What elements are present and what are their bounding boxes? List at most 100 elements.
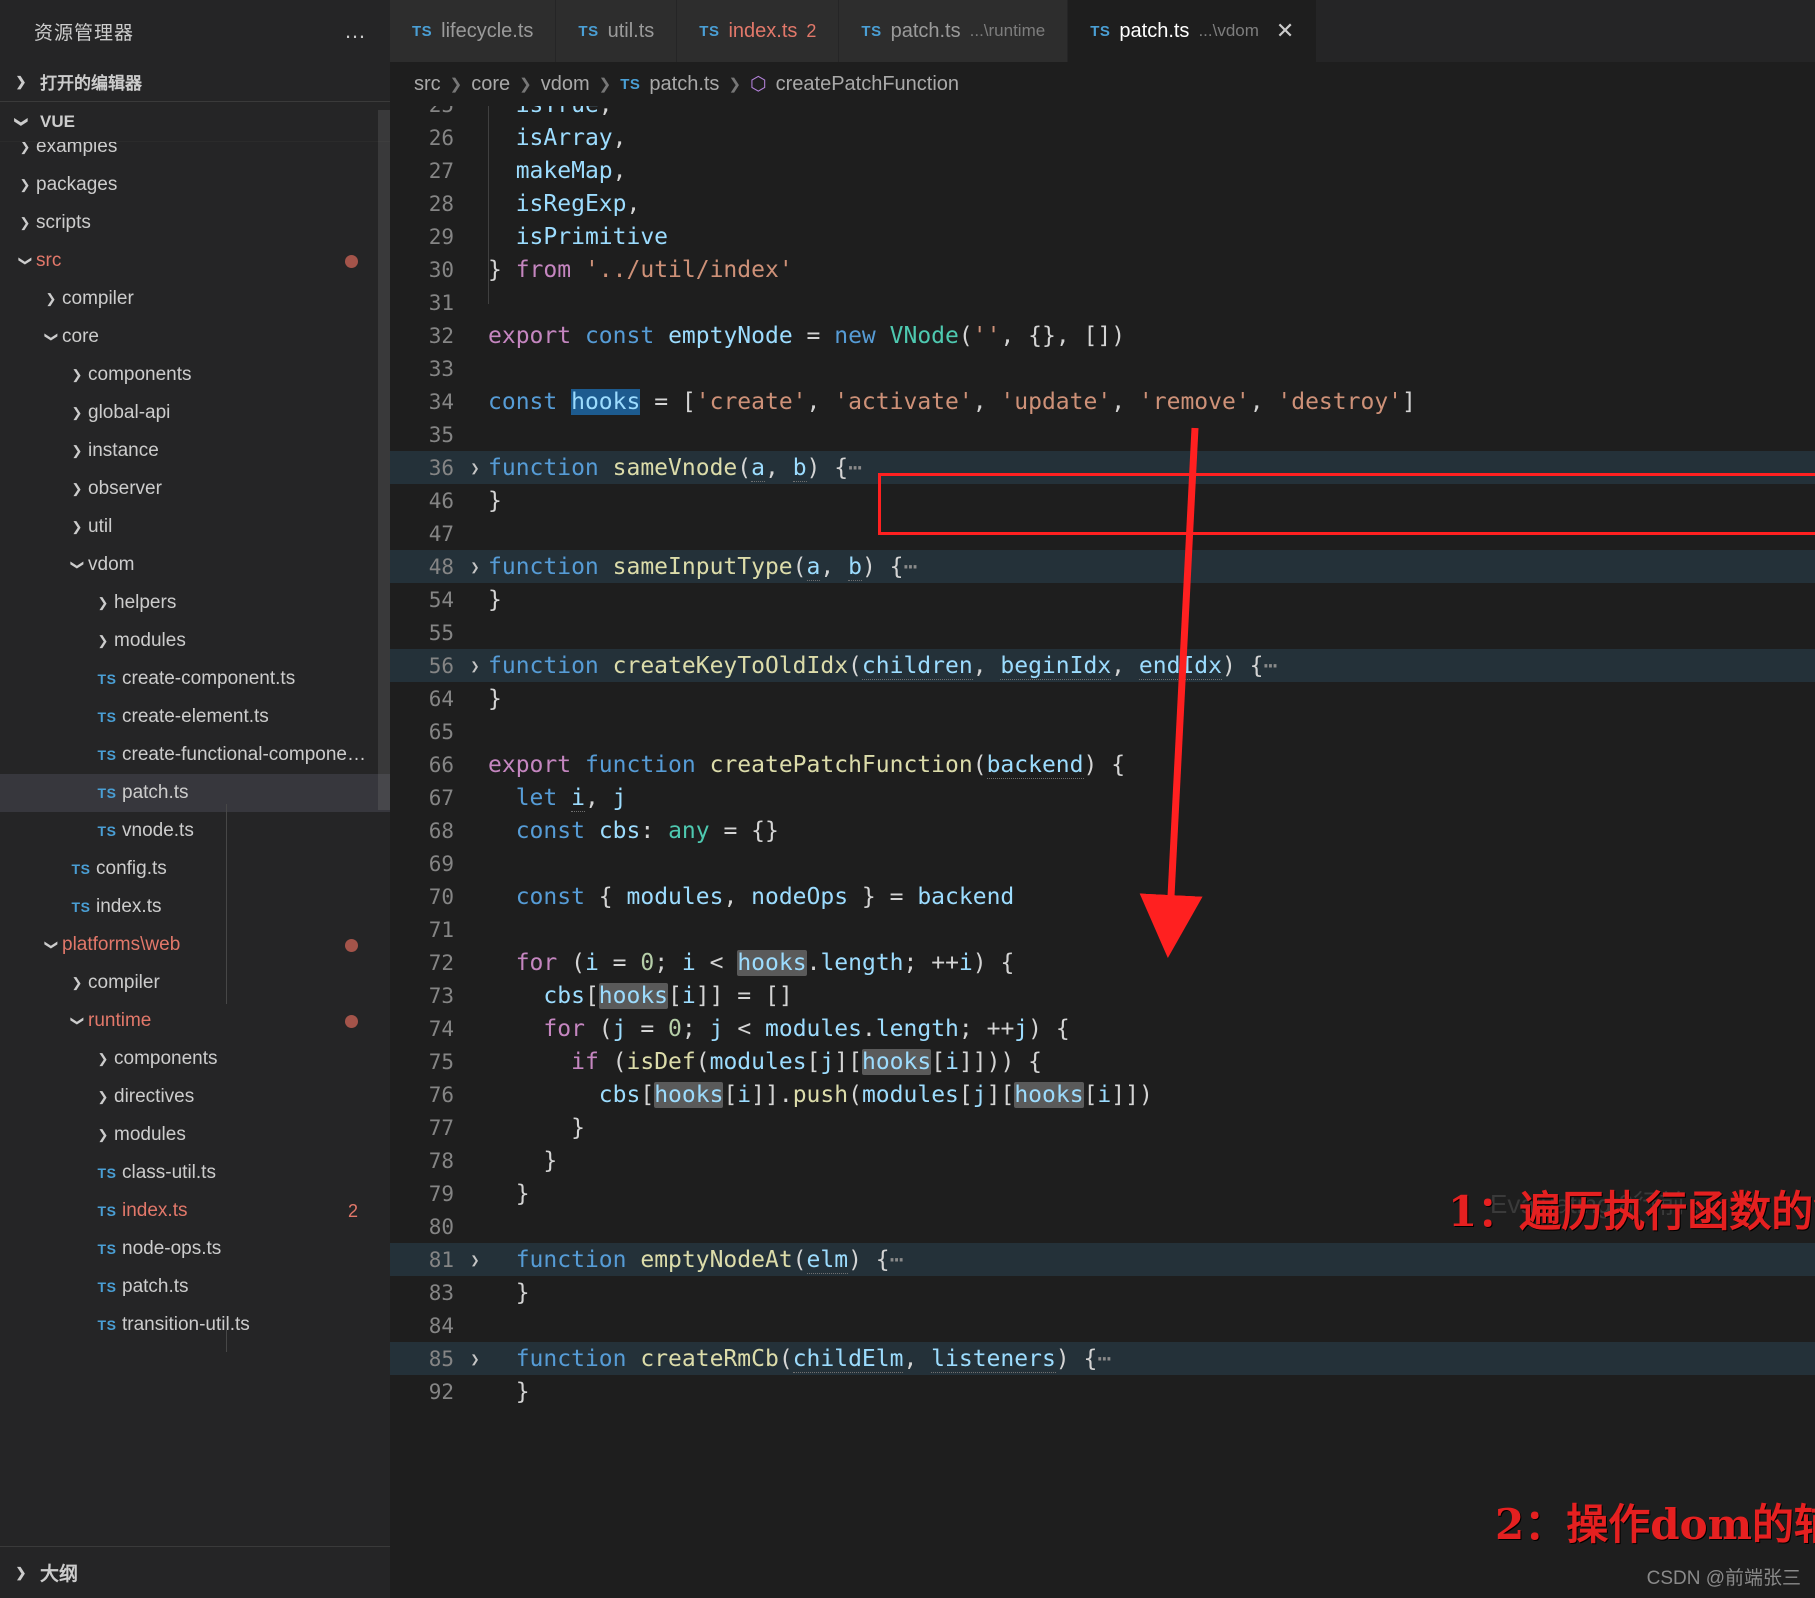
code-line[interactable]: 77 } <box>390 1111 1815 1144</box>
code-line[interactable]: 27 makeMap, <box>390 154 1815 187</box>
tree-file-row[interactable]: TS index.ts <box>0 888 390 926</box>
tree-file-row[interactable]: TS node-ops.ts <box>0 1230 390 1268</box>
tree-file-row[interactable]: TS create-functional-compone… <box>0 736 390 774</box>
tree-folder-row[interactable]: src <box>0 242 390 280</box>
code-line[interactable]: 84 <box>390 1309 1815 1342</box>
code-line[interactable]: 26 isArray, <box>390 121 1815 154</box>
tree-folder-row[interactable]: packages <box>0 166 390 204</box>
tree-folder-row[interactable]: directives <box>0 1078 390 1116</box>
line-number: 32 <box>428 323 454 348</box>
tree-folder-row[interactable]: platforms\web <box>0 926 390 964</box>
editor-tab[interactable]: TS patch.ts ...\runtime <box>839 0 1069 62</box>
fold-chevron-icon[interactable] <box>462 558 488 576</box>
editor-tab[interactable]: TS index.ts 2 <box>677 0 840 62</box>
tree-file-row[interactable]: TS config.ts <box>0 850 390 888</box>
sidebar-scrollbar[interactable] <box>378 110 390 810</box>
tree-folder-row[interactable]: examples <box>0 142 390 166</box>
code-line[interactable]: 75 if (isDef(modules[j][hooks[i]])) { <box>390 1045 1815 1078</box>
fold-chevron-icon[interactable] <box>462 1350 488 1368</box>
close-icon[interactable]: ✕ <box>1276 20 1294 42</box>
code-line[interactable]: 92 } <box>390 1375 1815 1408</box>
tree-folder-row[interactable]: global-api <box>0 394 390 432</box>
code-line[interactable]: 54} <box>390 583 1815 616</box>
code-line[interactable]: 81 function emptyNodeAt(elm) {⋯ <box>390 1243 1815 1276</box>
tree-folder-row[interactable]: compiler <box>0 280 390 318</box>
code-line[interactable]: 55 <box>390 616 1815 649</box>
code-token: } <box>488 685 502 712</box>
editor-tab[interactable]: TS lifecycle.ts <box>390 0 557 62</box>
code-line[interactable]: 56 function createKeyToOldIdx(children, b… <box>390 649 1815 682</box>
tree-file-row[interactable]: TS patch.ts <box>0 774 390 812</box>
code-line[interactable]: 73 cbs[hooks[i]] = [] <box>390 979 1815 1012</box>
tree-folder-row[interactable]: util <box>0 508 390 546</box>
code-line[interactable]: 34 const hooks = ['create', 'activate', '… <box>390 385 1815 418</box>
code-line[interactable]: 76 cbs[hooks[i]].push(modules[j][hooks[i… <box>390 1078 1815 1111</box>
code-line[interactable]: 25 isTrue, <box>390 106 1815 121</box>
breadcrumb-symbol[interactable]: createPatchFunction <box>776 73 959 96</box>
code-line[interactable]: 47 <box>390 517 1815 550</box>
tree-folder-row[interactable]: instance <box>0 432 390 470</box>
code-line[interactable]: 83 } <box>390 1276 1815 1309</box>
tree-folder-row[interactable]: runtime <box>0 1002 390 1040</box>
code-line[interactable]: 64} <box>390 682 1815 715</box>
breadcrumb-part[interactable]: src <box>414 73 441 96</box>
code-line[interactable]: 33 <box>390 352 1815 385</box>
code-line[interactable]: 68 const cbs: any = {} <box>390 814 1815 847</box>
code-line[interactable]: 31 <box>390 286 1815 319</box>
tree-file-row[interactable]: TS transition-util.ts <box>0 1306 390 1344</box>
tree-folder-row[interactable]: components <box>0 356 390 394</box>
code-line[interactable]: 72 for (i = 0; i < hooks.length; ++i) { <box>390 946 1815 979</box>
tree-folder-row[interactable]: components <box>0 1040 390 1078</box>
code-line[interactable]: 29 isPrimitive <box>390 220 1815 253</box>
tree-file-row[interactable]: TS class-util.ts <box>0 1154 390 1192</box>
tree-folder-row[interactable]: helpers <box>0 584 390 622</box>
tree-file-row[interactable]: TS create-element.ts <box>0 698 390 736</box>
fold-chevron-icon[interactable] <box>462 1251 488 1269</box>
tree-file-row[interactable]: TS patch.ts <box>0 1268 390 1306</box>
line-number: 85 <box>428 1346 454 1371</box>
breadcrumb-part[interactable]: vdom <box>541 73 590 96</box>
code-line[interactable]: 32 export const emptyNode = new VNode('',… <box>390 319 1815 352</box>
editor-tab[interactable]: TS util.ts <box>556 0 678 62</box>
section-outline[interactable]: 大纲 <box>0 1546 390 1598</box>
breadcrumb-file[interactable]: patch.ts <box>649 73 719 96</box>
code-line[interactable]: 35 <box>390 418 1815 451</box>
code-line[interactable]: 70 const { modules, nodeOps } = backend <box>390 880 1815 913</box>
tree-file-row[interactable]: TS vnode.ts <box>0 812 390 850</box>
code-line[interactable]: 66 export function createPatchFunction(ba… <box>390 748 1815 781</box>
chevron-right-icon <box>12 1564 30 1581</box>
code-line[interactable]: 46} <box>390 484 1815 517</box>
more-actions-icon[interactable]: … <box>344 20 368 42</box>
code-line[interactable]: 78 } <box>390 1144 1815 1177</box>
file-tree[interactable]: examplespackagesscriptssrccompilercoreco… <box>0 142 390 1352</box>
tree-folder-row[interactable]: core <box>0 318 390 356</box>
tree-folder-row[interactable]: modules <box>0 622 390 660</box>
code-line[interactable]: 69 <box>390 847 1815 880</box>
breadcrumb[interactable]: src ❯ core ❯ vdom ❯ TS patch.ts ❯ ⬡ createPatchFun… <box>390 62 1815 106</box>
code-line[interactable]: 85 function createRmCb(childElm, listene… <box>390 1342 1815 1375</box>
code-token: , {}, []) <box>1000 322 1126 349</box>
code-line[interactable]: 30} from '../util/index' <box>390 253 1815 286</box>
tree-folder-row[interactable]: modules <box>0 1116 390 1154</box>
tree-folder-row[interactable]: observer <box>0 470 390 508</box>
tree-file-row[interactable]: TS create-component.ts <box>0 660 390 698</box>
code-line[interactable]: 74 for (j = 0; j < modules.length; ++j) … <box>390 1012 1815 1045</box>
code-line[interactable]: 65 <box>390 715 1815 748</box>
fold-chevron-icon[interactable] <box>462 459 488 477</box>
breadcrumb-part[interactable]: core <box>471 73 510 96</box>
chevron-right-icon: ❯ <box>519 76 532 93</box>
code-editor[interactable]: 25 isTrue,26 isArray,27 makeMap,28 isReg… <box>390 106 1815 1598</box>
tree-folder-row[interactable]: vdom <box>0 546 390 584</box>
code-line[interactable]: 48 function sameInputType(a, b) {⋯ <box>390 550 1815 583</box>
editor-tab-active[interactable]: TS patch.ts ...\vdom ✕ <box>1068 0 1318 62</box>
code-line[interactable]: 71 <box>390 913 1815 946</box>
section-open-editors[interactable]: 打开的编辑器 <box>0 62 390 102</box>
section-workspace[interactable]: VUE <box>0 102 390 142</box>
code-line[interactable]: 28 isRegExp, <box>390 187 1815 220</box>
tree-folder-row[interactable]: scripts <box>0 204 390 242</box>
tree-file-row[interactable]: TS index.ts 2 <box>0 1192 390 1230</box>
code-line[interactable]: 36 function sameVnode(a, b) {⋯ <box>390 451 1815 484</box>
code-line[interactable]: 67 let i, j <box>390 781 1815 814</box>
tree-folder-row[interactable]: compiler <box>0 964 390 1002</box>
fold-chevron-icon[interactable] <box>462 657 488 675</box>
